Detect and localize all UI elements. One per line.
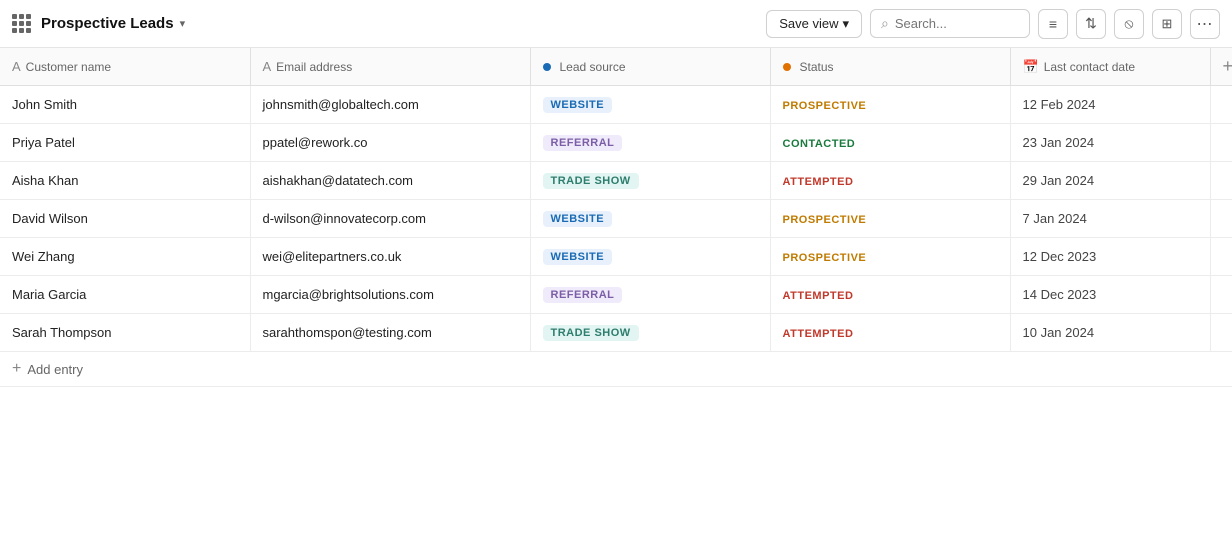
table-body: John Smith johnsmith@globaltech.com WEBS… xyxy=(0,86,1232,387)
cell-email: d-wilson@innovatecorp.com xyxy=(250,200,530,238)
sort-button[interactable]: ⇅ xyxy=(1076,9,1106,39)
cell-lead-source: REFERRAL xyxy=(530,276,770,314)
search-input[interactable] xyxy=(895,16,1019,31)
cell-status: PROSPECTIVE xyxy=(770,238,1010,276)
col-status: Status xyxy=(770,48,1010,86)
col-status-label: Status xyxy=(800,60,834,74)
sort-icon: ⇅ xyxy=(1085,15,1097,32)
leads-table: A Customer name A Email address Lead sou… xyxy=(0,48,1232,387)
page-title: Prospective Leads xyxy=(41,15,174,32)
search-box[interactable]: ⌕ xyxy=(870,9,1030,38)
topbar-left: Prospective Leads ▾ xyxy=(12,14,185,33)
more-options-button[interactable]: ⋯ xyxy=(1190,9,1220,39)
topbar: Prospective Leads ▾ Save view ▾ ⌕ ≡ ⇅ ⦸ … xyxy=(0,0,1232,48)
cell-lead-source: WEBSITE xyxy=(530,200,770,238)
add-entry-cell: + Add entry xyxy=(0,352,1232,387)
table-row[interactable]: Maria Garcia mgarcia@brightsolutions.com… xyxy=(0,276,1232,314)
hide-fields-button[interactable]: ⦸ xyxy=(1114,9,1144,39)
cell-customer-name: Aisha Khan xyxy=(0,162,250,200)
calendar-icon: 📅 xyxy=(1023,59,1039,75)
cell-add xyxy=(1210,162,1232,200)
table-row[interactable]: Sarah Thompson sarahthomspon@testing.com… xyxy=(0,314,1232,352)
col-lead-source: Lead source xyxy=(530,48,770,86)
table-row[interactable]: Wei Zhang wei@elitepartners.co.uk WEBSIT… xyxy=(0,238,1232,276)
cell-email: johnsmith@globaltech.com xyxy=(250,86,530,124)
cell-customer-name: John Smith xyxy=(0,86,250,124)
grid-icon xyxy=(12,14,31,33)
col-lead-label: Lead source xyxy=(560,60,626,74)
add-column-button[interactable]: + xyxy=(1223,56,1232,77)
cell-add xyxy=(1210,200,1232,238)
cell-last-contact: 12 Dec 2023 xyxy=(1010,238,1210,276)
title-chevron-icon[interactable]: ▾ xyxy=(180,17,186,30)
more-icon: ⋯ xyxy=(1197,14,1214,34)
col-last-contact: 📅 Last contact date xyxy=(1010,48,1210,86)
table-row[interactable]: John Smith johnsmith@globaltech.com WEBS… xyxy=(0,86,1232,124)
cell-last-contact: 10 Jan 2024 xyxy=(1010,314,1210,352)
cell-status: ATTEMPTED xyxy=(770,314,1010,352)
cell-customer-name: Priya Patel xyxy=(0,124,250,162)
dot-icon-lead xyxy=(543,63,551,71)
add-entry-row: + Add entry xyxy=(0,352,1232,387)
text-icon-customer: A xyxy=(12,59,21,74)
cell-email: ppatel@rework.co xyxy=(250,124,530,162)
view-icon: ⊞ xyxy=(1162,16,1173,32)
cell-customer-name: David Wilson xyxy=(0,200,250,238)
col-add[interactable]: + xyxy=(1210,48,1232,86)
cell-add xyxy=(1210,276,1232,314)
cell-add xyxy=(1210,238,1232,276)
table-header: A Customer name A Email address Lead sou… xyxy=(0,48,1232,86)
col-customer-name: A Customer name xyxy=(0,48,250,86)
save-view-button[interactable]: Save view ▾ xyxy=(766,10,862,38)
cell-add xyxy=(1210,124,1232,162)
cell-status: ATTEMPTED xyxy=(770,276,1010,314)
dot-icon-status xyxy=(783,63,791,71)
text-icon-email: A xyxy=(263,59,272,74)
col-email-address: A Email address xyxy=(250,48,530,86)
add-entry-label: Add entry xyxy=(27,362,83,377)
col-email-label: Email address xyxy=(276,60,352,74)
table-row[interactable]: Aisha Khan aishakhan@datatech.com TRADE … xyxy=(0,162,1232,200)
save-view-label: Save view xyxy=(779,16,838,31)
save-view-chevron-icon: ▾ xyxy=(842,16,849,32)
cell-lead-source: TRADE SHOW xyxy=(530,162,770,200)
table-row[interactable]: Priya Patel ppatel@rework.co REFERRAL CO… xyxy=(0,124,1232,162)
cell-status: PROSPECTIVE xyxy=(770,86,1010,124)
table-row[interactable]: David Wilson d-wilson@innovatecorp.com W… xyxy=(0,200,1232,238)
cell-email: sarahthomspon@testing.com xyxy=(250,314,530,352)
filter-button[interactable]: ≡ xyxy=(1038,9,1068,39)
cell-lead-source: WEBSITE xyxy=(530,86,770,124)
cell-last-contact: 29 Jan 2024 xyxy=(1010,162,1210,200)
cell-lead-source: TRADE SHOW xyxy=(530,314,770,352)
hide-icon: ⦸ xyxy=(1124,15,1133,32)
cell-last-contact: 23 Jan 2024 xyxy=(1010,124,1210,162)
cell-email: aishakhan@datatech.com xyxy=(250,162,530,200)
plus-icon: + xyxy=(12,360,21,378)
cell-status: ATTEMPTED xyxy=(770,162,1010,200)
cell-customer-name: Wei Zhang xyxy=(0,238,250,276)
topbar-right: Save view ▾ ⌕ ≡ ⇅ ⦸ ⊞ ⋯ xyxy=(766,9,1220,39)
cell-last-contact: 7 Jan 2024 xyxy=(1010,200,1210,238)
cell-customer-name: Sarah Thompson xyxy=(0,314,250,352)
cell-last-contact: 12 Feb 2024 xyxy=(1010,86,1210,124)
cell-status: CONTACTED xyxy=(770,124,1010,162)
cell-lead-source: REFERRAL xyxy=(530,124,770,162)
cell-email: wei@elitepartners.co.uk xyxy=(250,238,530,276)
cell-last-contact: 14 Dec 2023 xyxy=(1010,276,1210,314)
cell-lead-source: WEBSITE xyxy=(530,238,770,276)
add-entry-button[interactable]: + Add entry xyxy=(12,360,83,378)
view-toggle-button[interactable]: ⊞ xyxy=(1152,9,1182,39)
cell-email: mgarcia@brightsolutions.com xyxy=(250,276,530,314)
col-customer-name-label: Customer name xyxy=(26,60,111,74)
cell-customer-name: Maria Garcia xyxy=(0,276,250,314)
cell-add xyxy=(1210,86,1232,124)
table-wrap: A Customer name A Email address Lead sou… xyxy=(0,48,1232,387)
cell-status: PROSPECTIVE xyxy=(770,200,1010,238)
search-icon: ⌕ xyxy=(881,15,889,32)
col-last-contact-label: Last contact date xyxy=(1044,60,1135,74)
filter-icon: ≡ xyxy=(1049,16,1057,32)
cell-add xyxy=(1210,314,1232,352)
